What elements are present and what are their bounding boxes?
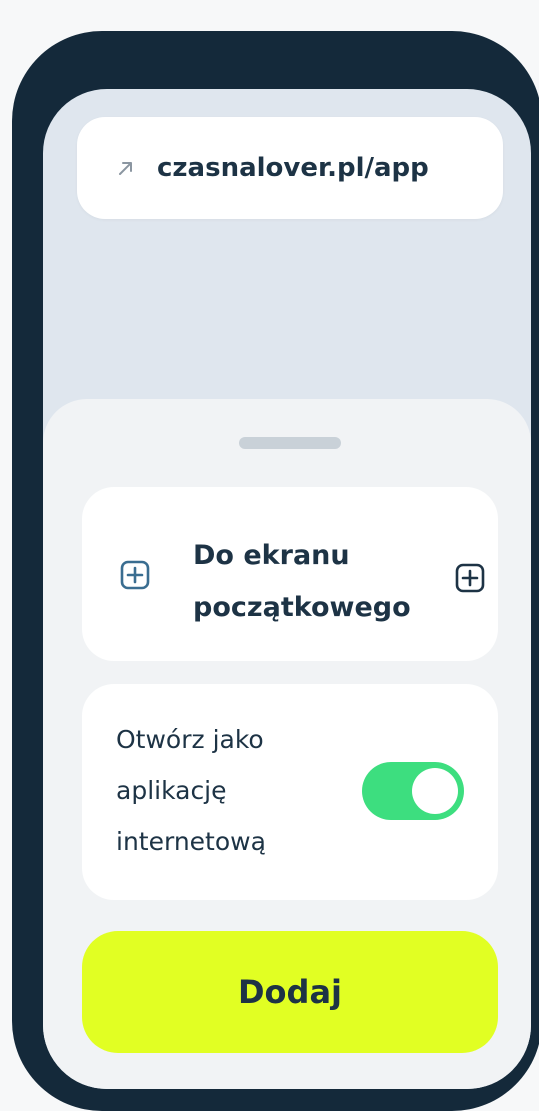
phone-frame: czasnalover.pl/app Do ekranu początkoweg…: [12, 31, 539, 1111]
home-screen-title: Do ekranu początkowego: [193, 540, 411, 623]
add-to-home-sheet: Do ekranu początkowego Otwórz jako aplik…: [43, 399, 531, 1089]
web-app-toggle[interactable]: [362, 762, 464, 820]
arrow-up-right-icon: [115, 157, 137, 179]
web-app-option-card: Otwórz jako aplikację internetową: [82, 684, 498, 900]
url-bar[interactable]: czasnalover.pl/app: [77, 117, 503, 219]
toggle-knob: [412, 768, 458, 814]
plus-square-icon[interactable]: [455, 563, 485, 593]
plus-square-icon: [120, 560, 150, 590]
sheet-grabber[interactable]: [239, 437, 341, 449]
web-app-option-label: Otwórz jako aplikację internetową: [116, 725, 266, 856]
home-screen-card: Do ekranu początkowego: [82, 487, 498, 661]
phone-screen: czasnalover.pl/app Do ekranu początkoweg…: [43, 89, 531, 1089]
add-button[interactable]: Dodaj: [82, 931, 498, 1053]
url-text: czasnalover.pl/app: [157, 153, 429, 183]
